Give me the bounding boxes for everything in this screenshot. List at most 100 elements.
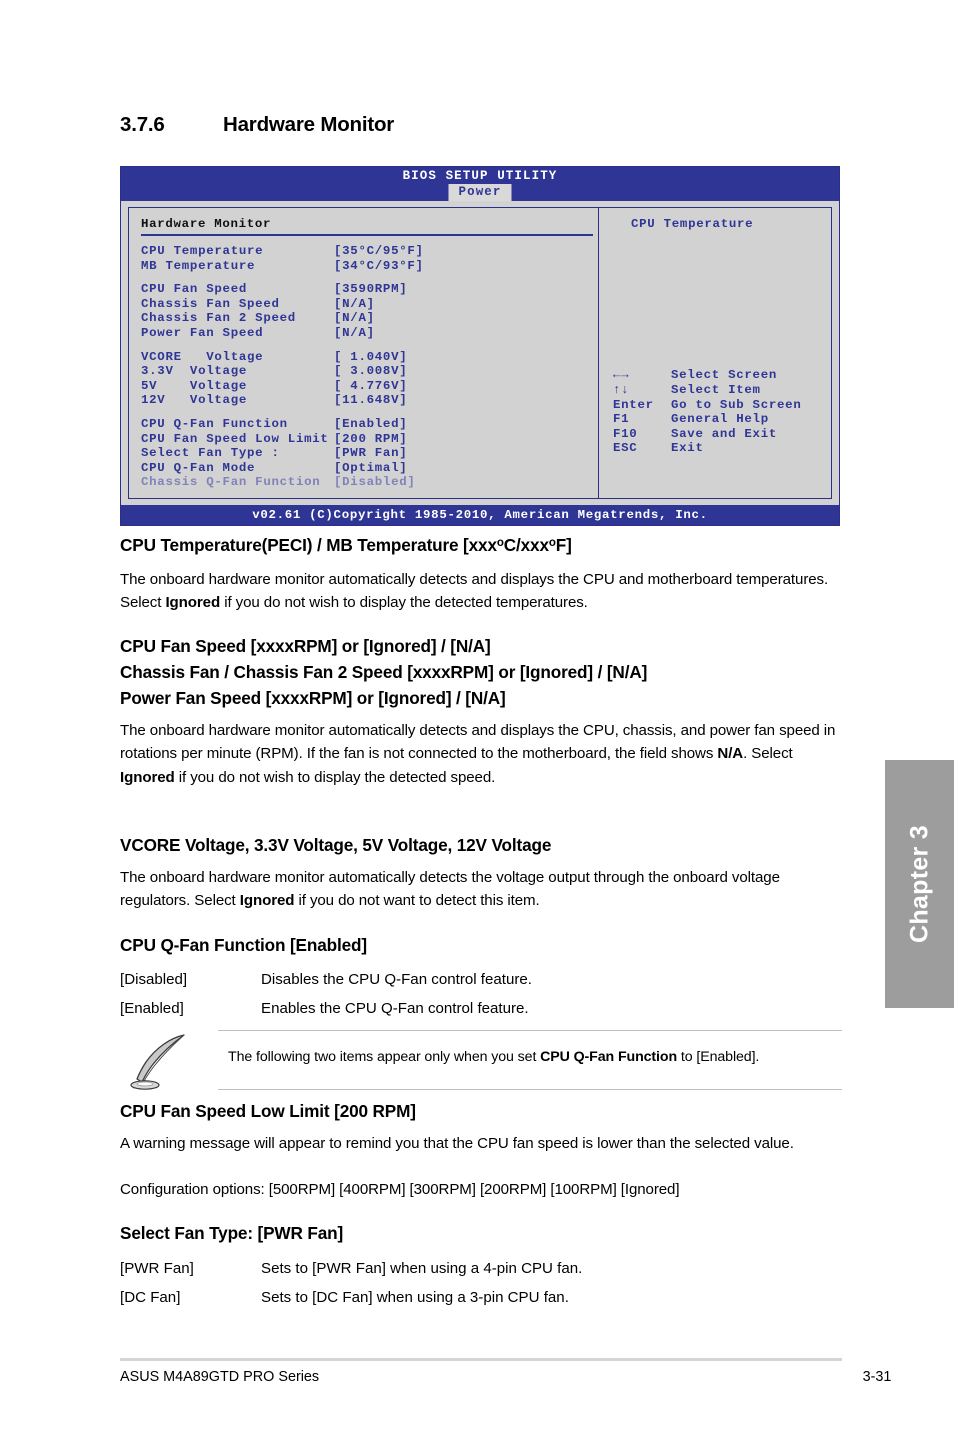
bios-setting-value: [ 4.776V] xyxy=(334,378,408,393)
definition-term: [Enabled] xyxy=(120,1000,184,1017)
paragraph-voltages: The onboard hardware monitor automatical… xyxy=(120,869,780,910)
bios-footer-copyright: v02.61 (C)Copyright 1985-2010, American … xyxy=(121,504,839,525)
bios-setting-value: [Optimal] xyxy=(334,460,408,475)
footer-page-number: 3-31 xyxy=(862,1369,892,1385)
bios-setting-value: [ 3.008V] xyxy=(334,364,408,379)
bios-setting-value: [Enabled] xyxy=(334,416,408,431)
degree-symbol-c: o xyxy=(496,537,504,550)
bios-setting-label: MB Temperature xyxy=(141,258,256,273)
definition-row: [DC Fan] Sets to [DC Fan] when using a 3-… xyxy=(120,1283,842,1312)
bios-setting-value: [3590RPM] xyxy=(334,282,408,297)
bios-settings-panel: Hardware Monitor CPU Temperature [35°C/95… xyxy=(128,207,598,499)
bios-legend-action: Select Item xyxy=(671,382,761,397)
bios-setting-row[interactable]: 12V Voltage [11.648V] xyxy=(141,393,598,408)
bios-legend-row: F1 General Help xyxy=(613,412,802,427)
bios-setting-value: [35°C/95°F] xyxy=(334,244,424,258)
bios-setting-row[interactable]: 3.3V Voltage [ 3.008V] xyxy=(141,364,598,379)
definition-list-qfan: [Disabled] Disables the CPU Q-Fan control… xyxy=(120,965,842,1023)
bios-row-spacer xyxy=(141,341,598,350)
definition-row: [PWR Fan] Sets to [PWR Fan] when using a … xyxy=(120,1254,842,1283)
note-box: The following two items appear only when… xyxy=(120,1028,842,1090)
bios-setting-row[interactable]: 5V Voltage [ 4.776V] xyxy=(141,379,598,394)
bios-setting-row[interactable]: MB Temperature [34°C/93°F] xyxy=(141,259,598,274)
heading-select-fan-type: Select Fan Type: [PWR Fan] xyxy=(120,1223,344,1243)
note-rule-top xyxy=(218,1030,842,1031)
bios-setting-label: Chassis Fan Speed xyxy=(141,296,280,311)
bios-header-bar: BIOS SETUP UTILITY Power xyxy=(121,167,839,201)
quill-pen-icon xyxy=(130,1034,185,1090)
paragraph-low-limit-config-options: Configuration options: [500RPM] [400RPM]… xyxy=(120,1181,680,1198)
bios-setting-label: 12V Voltage xyxy=(141,393,248,408)
footer-divider xyxy=(120,1358,842,1361)
bios-setting-value: [PWR Fan] xyxy=(334,446,408,461)
chapter-side-tab-label: Chapter 3 xyxy=(905,824,933,944)
bios-setting-row[interactable]: CPU Q-Fan Mode [Optimal] xyxy=(141,461,598,476)
bios-setting-label: 5V Voltage xyxy=(141,378,248,393)
heading-cpu-fan-speed: CPU Fan Speed [xxxxRPM] or [Ignored] / [… xyxy=(120,636,491,656)
bios-key-legend: ←→ Select Screen ↑↓ Select Item Enter Go to S… xyxy=(613,368,802,456)
bios-setting-row[interactable]: CPU Fan Speed Low Limit [200 RPM] xyxy=(141,432,598,447)
bios-setting-row[interactable]: Chassis Fan 2 Speed [N/A] xyxy=(141,311,598,326)
definition-description: Sets to [DC Fan] when using a 3-pin CPU … xyxy=(261,1289,569,1306)
bios-legend-action: Exit xyxy=(671,441,704,456)
degree-symbol-f: o xyxy=(548,537,556,550)
bios-legend-action: Select Screen xyxy=(671,368,778,383)
bios-setting-value: [Disabled] xyxy=(334,475,416,490)
bios-legend-action: Save and Exit xyxy=(671,426,778,441)
heading-power-fan-speed: Power Fan Speed [xxxxRPM] or [Ignored] /… xyxy=(120,688,506,708)
bios-legend-key: ESC xyxy=(613,441,638,456)
note-rule-bottom xyxy=(218,1089,842,1090)
heading-voltages: VCORE Voltage, 3.3V Voltage, 5V Voltage,… xyxy=(120,835,552,855)
heading-cpu-qfan-function: CPU Q-Fan Function [Enabled] xyxy=(120,935,367,955)
bios-setting-label: CPU Q-Fan Mode xyxy=(141,460,256,475)
bios-legend-key: ←→ xyxy=(613,368,630,383)
bios-setting-value: [ 1.040V] xyxy=(334,349,408,364)
paragraph-fan-speed: The onboard hardware monitor automatical… xyxy=(120,722,836,786)
bios-setting-row[interactable]: CPU Fan Speed [3590RPM] xyxy=(141,282,598,297)
chapter-side-tab: Chapter 3 xyxy=(885,760,954,1008)
bios-setting-label: CPU Fan Speed Low Limit xyxy=(141,431,329,446)
bios-setting-row[interactable]: Chassis Fan Speed [N/A] xyxy=(141,297,598,312)
bios-panel-heading-rule xyxy=(141,234,593,236)
definition-description: Disables the CPU Q-Fan control feature. xyxy=(261,971,532,988)
bios-setting-label: 3.3V Voltage xyxy=(141,364,248,379)
bios-setting-label: CPU Temperature xyxy=(141,244,264,258)
bios-legend-key: F1 xyxy=(613,412,630,427)
section-number: 3.7.6 xyxy=(120,113,165,136)
bios-body: Hardware Monitor CPU Temperature [35°C/95… xyxy=(121,201,839,505)
bios-legend-row: ←→ Select Screen xyxy=(613,368,802,383)
bios-setting-value: [N/A] xyxy=(334,296,375,311)
bios-panel-heading: Hardware Monitor xyxy=(141,217,272,231)
definition-term: [PWR Fan] xyxy=(120,1260,194,1277)
bios-setting-row[interactable]: VCORE Voltage [ 1.040V] xyxy=(141,350,598,365)
section-heading: 3.7.6 Hardware Monitor xyxy=(120,113,394,137)
bios-legend-row: ↑↓ Select Item xyxy=(613,383,802,398)
bios-setting-value: [200 RPM] xyxy=(334,431,408,446)
bios-setting-row[interactable]: CPU Q-Fan Function [Enabled] xyxy=(141,417,598,432)
bios-setup-screenshot: BIOS SETUP UTILITY Power Hardware Monito… xyxy=(120,166,840,526)
bios-legend-key: Enter xyxy=(613,397,654,412)
bios-setting-label: VCORE Voltage xyxy=(141,349,264,364)
bios-setting-row[interactable]: Power Fan Speed [N/A] xyxy=(141,326,598,341)
bios-setting-row[interactable]: Select Fan Type : [PWR Fan] xyxy=(141,446,598,461)
bios-setting-row[interactable]: CPU Temperature [35°C/95°F] xyxy=(141,244,598,259)
bios-legend-key: ↑↓ xyxy=(613,382,630,397)
bios-utility-title: BIOS SETUP UTILITY xyxy=(402,169,558,183)
bios-legend-row: Enter Go to Sub Screen xyxy=(613,398,802,413)
bios-setting-value: [34°C/93°F] xyxy=(334,258,424,273)
bios-row-spacer xyxy=(141,408,598,417)
bios-legend-row: F10 Save and Exit xyxy=(613,427,802,442)
bios-setting-label: Select Fan Type : xyxy=(141,446,280,461)
heading-cpu-mb-temperature: CPU Temperature(PECI) / MB Temperature [… xyxy=(120,535,572,555)
bios-tab-power[interactable]: Power xyxy=(448,184,512,201)
note-text: The following two items appear only when… xyxy=(228,1049,760,1065)
paragraph-fan-speed-low-limit: A warning message will appear to remind … xyxy=(120,1135,794,1152)
section-title: Hardware Monitor xyxy=(223,113,395,136)
bios-legend-row: ESC Exit xyxy=(613,441,802,456)
bios-setting-row[interactable]: Chassis Q-Fan Function [Disabled] xyxy=(141,475,598,490)
definition-row: [Disabled] Disables the CPU Q-Fan control… xyxy=(120,965,842,994)
definition-list-fan-type: [PWR Fan] Sets to [PWR Fan] when using a … xyxy=(120,1254,842,1312)
footer-product-name: ASUS M4A89GTD PRO Series xyxy=(120,1369,320,1385)
bios-setting-label: CPU Fan Speed xyxy=(141,282,248,297)
bios-legend-action: Go to Sub Screen xyxy=(671,397,802,412)
